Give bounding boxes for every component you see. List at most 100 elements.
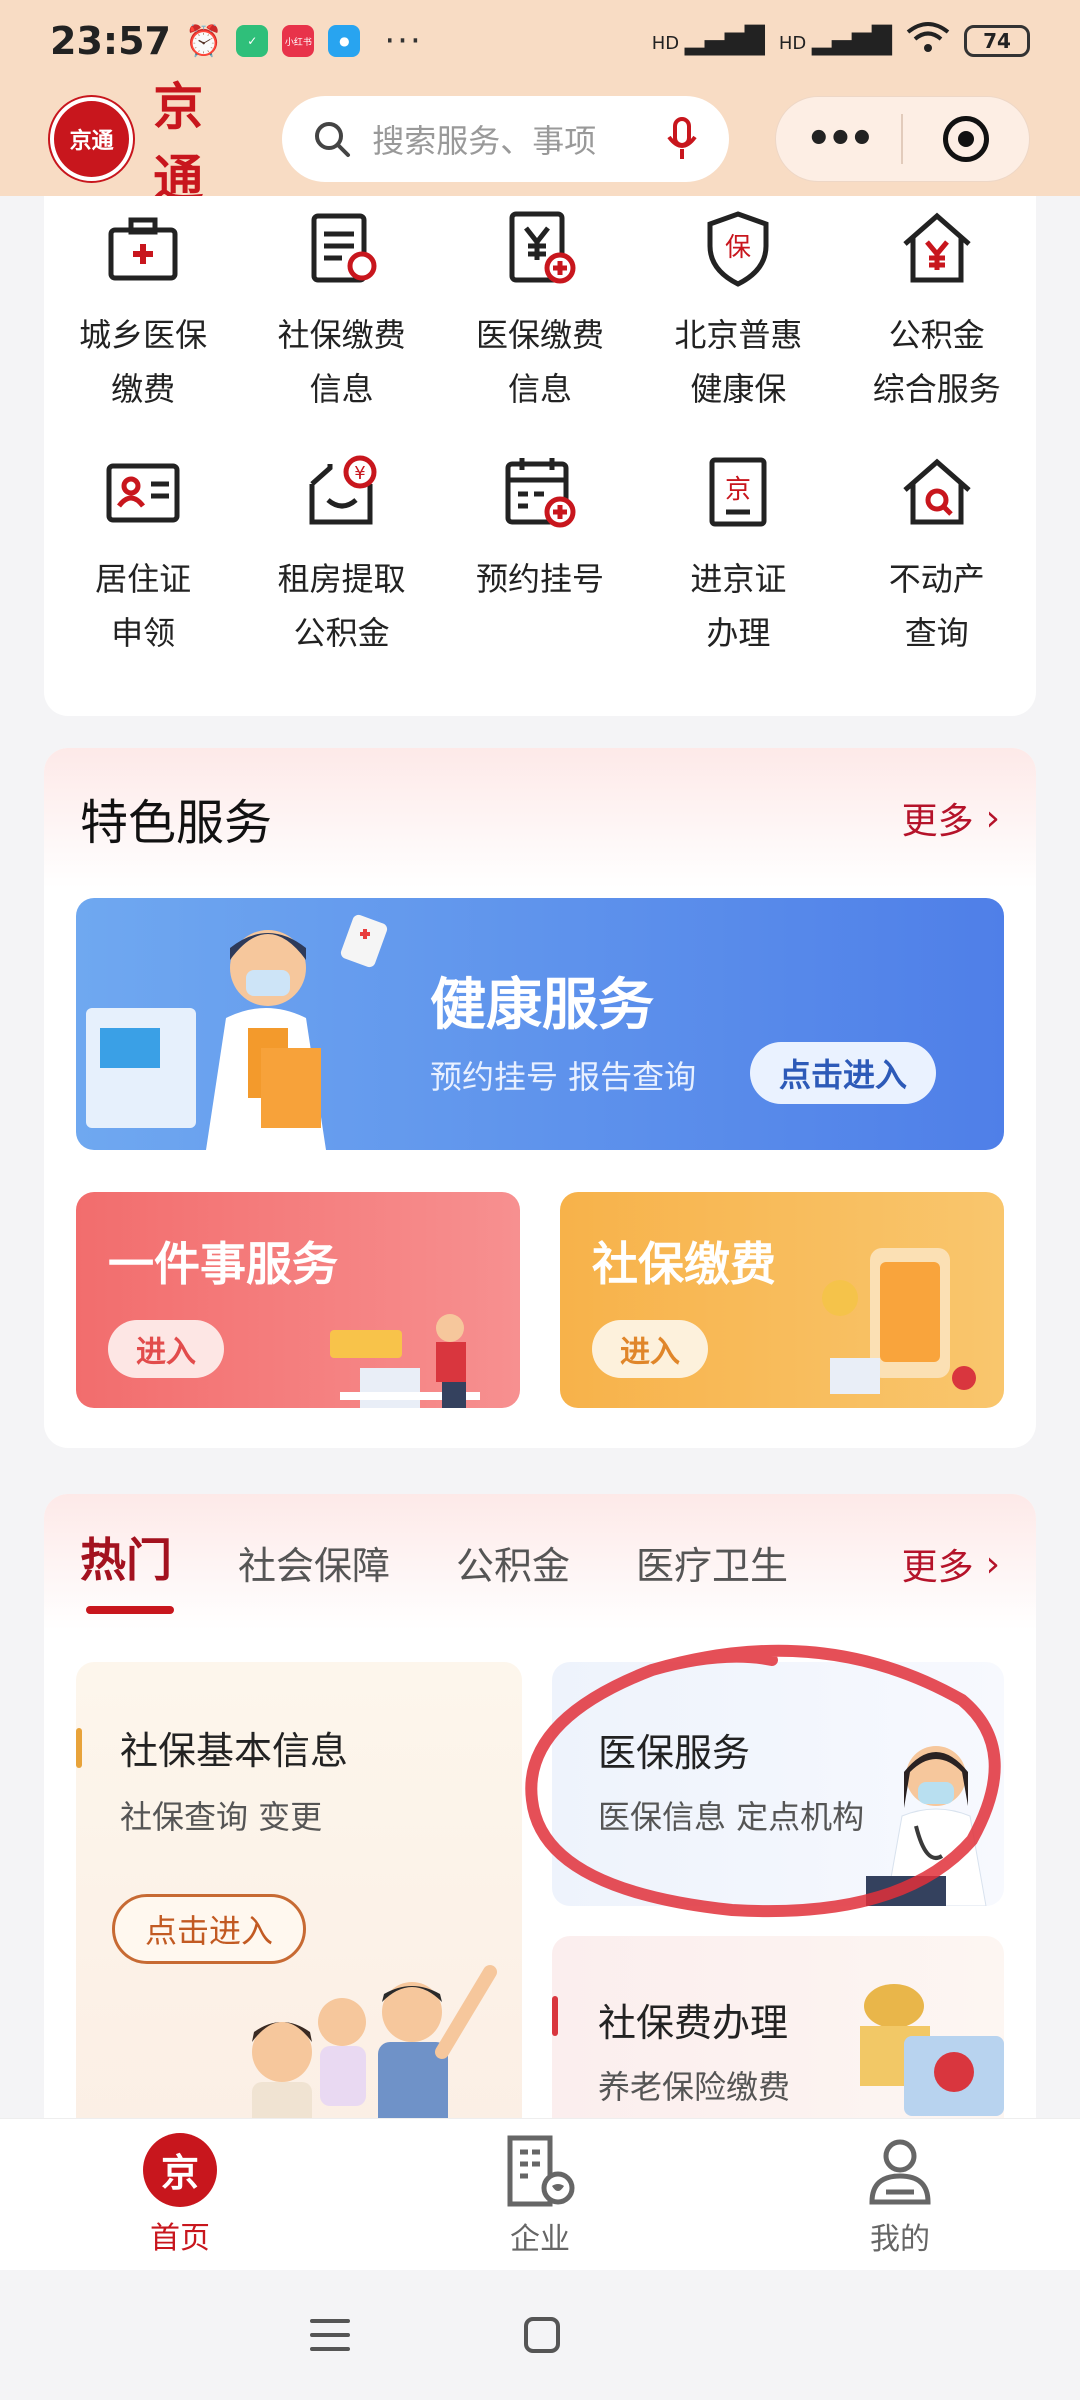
battery-indicator: 74 [964,25,1030,57]
featured-services-card: 特色服务 更多 › 健康服务 预约挂号 报告查询 点击进入 一件事服务 进入 社… [44,748,1036,1448]
app-logo[interactable]: 京通 [50,97,134,181]
accent-bar [552,1996,558,2036]
hot-more-link[interactable]: 更多 › [902,1538,1000,1630]
app-header: 京通 京通 搜索服务、事项 ••• [0,77,1080,208]
medical-insurance-title: 医保服务 [598,1731,751,1775]
grid-item-social-fee-info[interactable]: 社保缴费 信息 [242,206,440,416]
grid-item-medical-fee-info[interactable]: 医保缴费 信息 [441,206,639,416]
grid-item-housing-fund[interactable]: 公积金 综合服务 [838,206,1036,416]
permit-icon: 京 [709,457,767,527]
house-search-icon [903,458,971,525]
social-basic-info-title: 社保基本信息 [120,1729,349,1773]
accent-bar [76,1728,82,1768]
health-banner-subtitle: 预约挂号 报告查询 [430,1058,697,1096]
app-title: 京通 [153,77,204,208]
xiaohongshu-icon: 小红书 [282,25,315,57]
social-fee-enter-button[interactable]: 进入 [592,1320,708,1378]
chat-app-icon: ● [328,25,361,57]
health-enter-button[interactable]: 点击进入 [750,1042,936,1104]
health-banner-title: 健康服务 [430,973,654,1038]
grid-item-label: 不动产 查询 [888,560,985,652]
svg-text:京: 京 [725,475,751,505]
grid-item-appointment[interactable]: 预约挂号 [441,450,639,660]
nav-home[interactable]: 京 首页 [0,2119,360,2270]
signal-icon-2: HD ▂▄▆█ [778,26,892,56]
yuan-document-icon [509,211,576,284]
system-navigation-bar [0,2270,1080,2400]
grid-item-rent-withdrawal[interactable]: ¥ 租房提取 公积金 [242,450,440,660]
featured-header: 特色服务 更多 › [44,748,1036,888]
person-icon [869,2139,931,2204]
svg-text:¥: ¥ [354,463,365,484]
signal-icon-1: HD ▂▄▆█ [651,26,765,56]
more-dots-icon: ••• [806,116,875,162]
featured-title: 特色服务 [80,795,273,851]
social-basic-info-card[interactable]: 社保基本信息 社保查询 变更 点击进入 [76,1662,522,2154]
grid-item-label: 北京普惠 健康保 [674,316,803,408]
hot-tabs: 热门 社会保障 公积金 医疗卫生 更多 › [44,1494,1036,1630]
shield-icon: 保 [707,211,769,287]
tab-hot[interactable]: 热门 [80,1524,174,1630]
alarm-icon: ⏰ [184,23,223,59]
social-basic-info-enter-button[interactable]: 点击进入 [112,1894,306,1964]
grid-item-label: 公积金 综合服务 [872,316,1001,408]
more-label: 更多 [901,1547,974,1588]
building-icon [507,2135,575,2206]
nav-mine[interactable]: 我的 [720,2119,1080,2270]
one-thing-service-banner[interactable]: 一件事服务 进入 [76,1192,520,1408]
close-miniprogram-button[interactable] [903,97,1029,181]
more-label: 更多 [901,801,974,842]
more-options-button[interactable]: ••• [776,97,902,181]
target-icon [943,116,990,162]
medical-insurance-subtitle: 医保信息 定点机构 [598,1798,865,1836]
office-worker-illustration [330,1314,480,1408]
social-basic-info-subtitle: 社保查询 变更 [120,1798,323,1836]
microphone-icon[interactable] [665,117,699,161]
nav-enterprise-label: 企业 [510,2221,570,2257]
social-fee-title: 社保缴费 [592,1237,776,1291]
bottom-navigation: 京 首页 企业 我的 [0,2118,1080,2270]
grid-item-label: 城乡医保 缴费 [79,316,208,408]
nurse-illustration [866,1746,987,1906]
wifi-icon [906,20,950,63]
grid-item-label: 社保缴费 信息 [277,316,406,408]
home-jing-icon: 京 [143,2132,217,2207]
grid-item-label: 居住证 申领 [95,560,192,652]
document-icon [311,213,377,283]
grid-item-beijing-health-insurance[interactable]: 保 北京普惠 健康保 [639,206,837,416]
social-fee-banner[interactable]: 社保缴费 进入 [560,1192,1004,1408]
grid-item-beijing-entry-permit[interactable]: 京 进京证 办理 [639,450,837,660]
service-grid: 城乡医保 缴费 社保缴费 信息 医保缴费 信息 保 北京普惠 健康保 公积金 综… [44,196,1036,660]
grid-item-label: 租房提取 公积金 [277,560,406,652]
medical-insurance-service-card[interactable]: 医保服务 医保信息 定点机构 [552,1662,1004,1906]
grid-item-label: 医保缴费 信息 [475,316,604,408]
search-icon [315,122,351,157]
home-square-icon[interactable] [522,2315,562,2355]
miniprogram-capsule: ••• [774,96,1031,182]
service-grid-card: 城乡医保 缴费 社保缴费 信息 医保缴费 信息 保 北京普惠 健康保 公积金 综… [44,196,1036,716]
tab-social-security[interactable]: 社会保障 [238,1535,390,1630]
calendar-plus-icon [505,458,576,528]
one-thing-title: 一件事服务 [108,1237,338,1291]
tab-healthcare[interactable]: 医疗卫生 [636,1535,788,1630]
phone-payment-illustration [822,1248,976,1394]
search-placeholder: 搜索服务、事项 [372,122,597,160]
grid-item-rural-medical-insurance[interactable]: 城乡医保 缴费 [44,206,242,416]
chevron-right-icon: › [985,1543,1000,1585]
grid-item-real-estate-query[interactable]: 不动产 查询 [838,450,1036,660]
tab-housing-fund[interactable]: 公积金 [456,1535,570,1630]
search-bar[interactable]: 搜索服务、事项 [282,96,729,182]
shield-app-icon: ✓ [236,25,269,57]
medical-kit-icon [108,217,178,281]
nav-enterprise[interactable]: 企业 [360,2119,720,2270]
featured-more-link[interactable]: 更多 › [902,792,1000,844]
menu-icon[interactable] [308,2315,352,2355]
one-thing-enter-button[interactable]: 进入 [108,1320,224,1378]
grid-item-residence-permit[interactable]: 居住证 申领 [44,450,242,660]
grid-item-label: 进京证 办理 [690,560,787,652]
nav-home-label: 首页 [150,2220,210,2256]
svg-text:保: 保 [725,233,751,263]
health-service-banner[interactable]: 健康服务 预约挂号 报告查询 点击进入 [76,898,1004,1150]
doctor-illustration [86,914,388,1150]
status-time: 23:57 [50,19,171,63]
